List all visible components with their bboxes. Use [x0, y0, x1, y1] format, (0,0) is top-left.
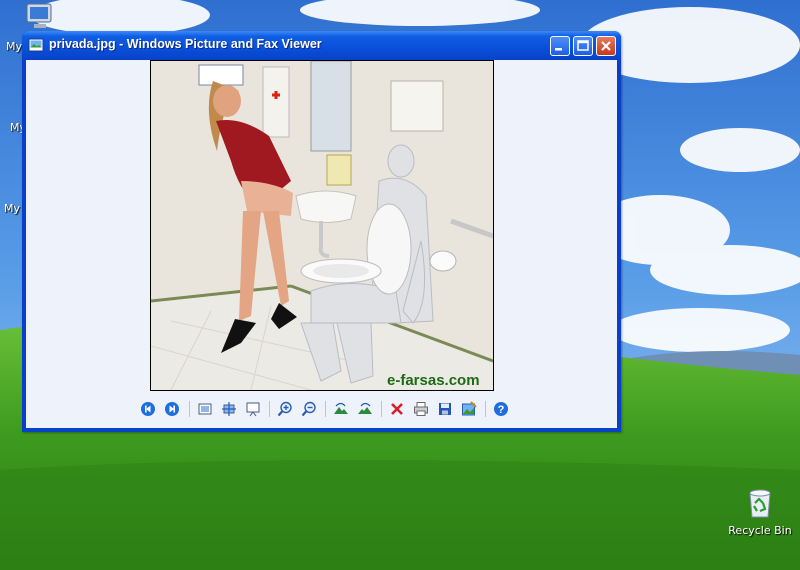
desktop-icon-label: My	[6, 40, 23, 53]
desktop-icon-label: My	[4, 202, 21, 215]
rotate-counterclockwise-icon	[358, 402, 372, 414]
best-fit-icon	[198, 403, 212, 415]
print-icon	[414, 402, 428, 416]
zoom-in-icon	[277, 401, 292, 417]
close-button[interactable]	[596, 36, 616, 56]
rotate-counterclockwise-button[interactable]	[356, 400, 374, 418]
toolbar-separator	[325, 401, 326, 417]
help-button[interactable]: ?	[492, 400, 510, 418]
computer-icon	[26, 3, 52, 28]
slideshow-icon	[246, 402, 260, 417]
delete-icon	[391, 403, 403, 415]
zoom-out-icon	[301, 401, 316, 417]
viewer-toolbar: ?	[136, 398, 516, 420]
recycle-bin-icon	[749, 489, 771, 518]
toolbar-separator	[269, 401, 270, 417]
save-button[interactable]	[436, 400, 454, 418]
edit-button[interactable]	[460, 400, 478, 418]
maximize-icon	[577, 40, 589, 51]
title-bar[interactable]: privada.jpg - Windows Picture and Fax Vi…	[22, 31, 621, 60]
image-content: e-farsas.com	[151, 61, 493, 390]
minimize-icon	[555, 48, 562, 51]
save-icon	[439, 403, 451, 415]
recycle-bin[interactable]: Recycle Bin	[728, 485, 792, 537]
displayed-image[interactable]: e-farsas.com	[150, 60, 494, 391]
close-icon	[601, 41, 611, 51]
image-watermark: e-farsas.com	[387, 372, 480, 389]
previous-image-button[interactable]	[139, 400, 157, 418]
print-button[interactable]	[412, 400, 430, 418]
best-fit-button[interactable]	[196, 400, 214, 418]
edit-icon	[462, 401, 477, 416]
window-bottom-border	[22, 428, 621, 432]
toolbar-separator	[485, 401, 486, 417]
picture-viewer-icon	[28, 38, 44, 52]
delete-button[interactable]	[388, 400, 406, 418]
slideshow-button[interactable]	[244, 400, 262, 418]
maximize-button[interactable]	[573, 36, 593, 56]
rotate-clockwise-icon	[334, 402, 348, 414]
svg-text:?: ?	[498, 404, 505, 416]
next-image-icon	[165, 402, 179, 416]
rotate-clockwise-button[interactable]	[332, 400, 350, 418]
previous-image-icon	[141, 402, 155, 416]
actual-size-button[interactable]	[220, 400, 238, 418]
picture-viewer-window: privada.jpg - Windows Picture and Fax Vi…	[22, 31, 621, 432]
window-title: privada.jpg - Windows Picture and Fax Vi…	[49, 37, 322, 51]
recycle-bin-label: Recycle Bin	[728, 524, 792, 537]
zoom-out-button[interactable]	[300, 400, 318, 418]
toolbar-separator	[381, 401, 382, 417]
toolbar-separator	[189, 401, 190, 417]
minimize-button[interactable]	[550, 36, 570, 56]
next-image-button[interactable]	[163, 400, 181, 418]
viewer-client-area: e-farsas.com ?	[26, 60, 617, 428]
actual-size-icon	[222, 402, 236, 416]
help-icon: ?	[494, 402, 508, 416]
zoom-in-button[interactable]	[276, 400, 294, 418]
